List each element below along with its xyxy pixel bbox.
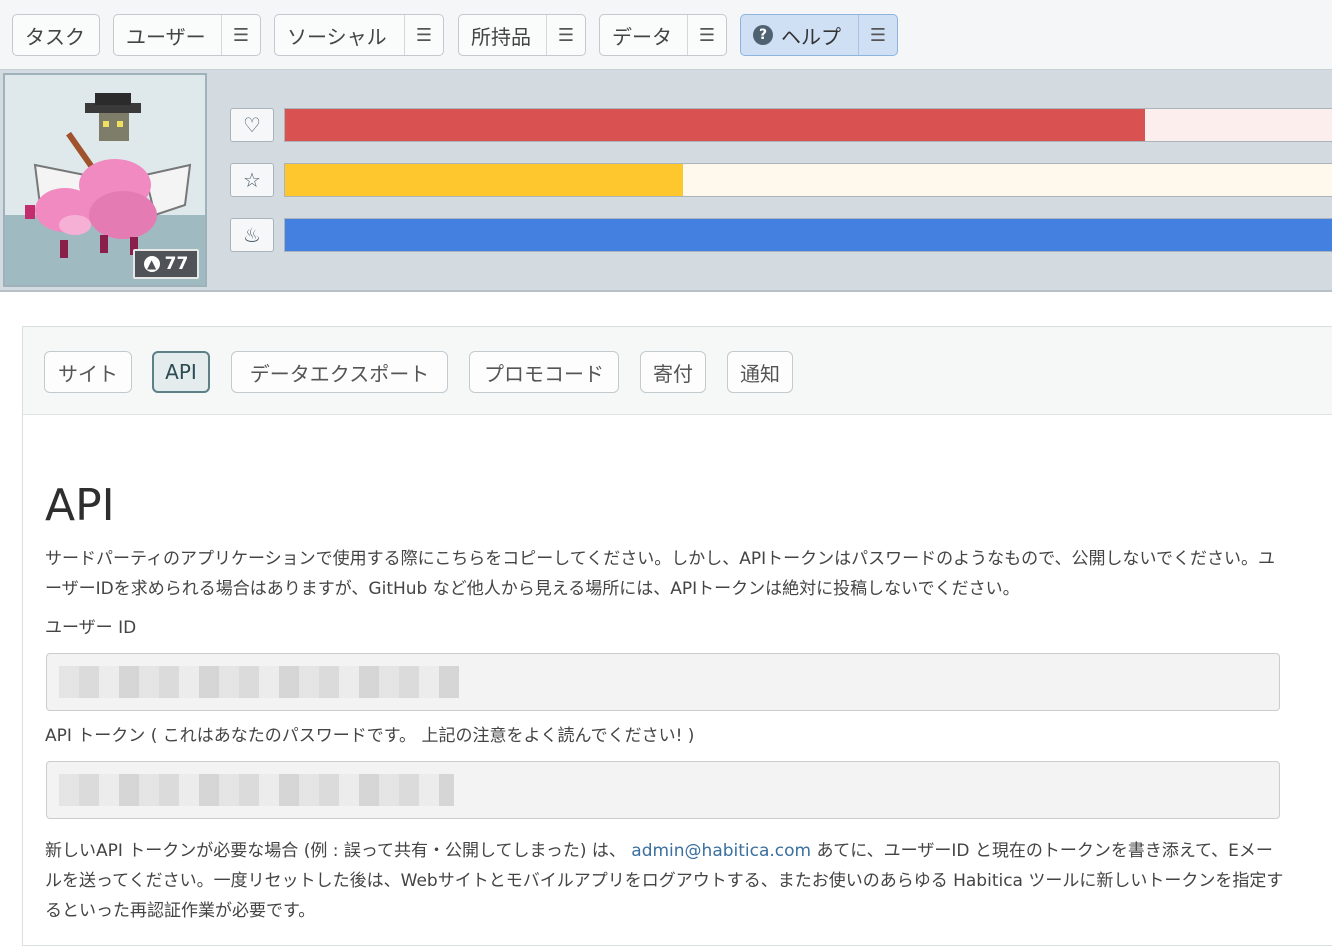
avatar[interactable]: ▲ 77 <box>3 73 207 287</box>
settings-tabs: サイト API データエクスポート プロモコード 寄付 通知 <box>23 327 1332 415</box>
help-circle-icon: ? <box>753 25 773 45</box>
admin-email-link[interactable]: admin@habitica.com <box>631 841 811 861</box>
nav-inventory-button[interactable]: 所持品 ☰ <box>458 14 586 56</box>
nav-inventory-menu-icon[interactable]: ☰ <box>546 15 585 55</box>
nav-data-label: データ <box>612 24 672 49</box>
level-badge: ▲ 77 <box>133 249 199 279</box>
tab-donate[interactable]: 寄付 <box>640 351 706 393</box>
nav-data-button[interactable]: データ ☰ <box>599 14 727 56</box>
tab-site[interactable]: サイト <box>44 351 132 393</box>
tab-promo-code[interactable]: プロモコード <box>469 351 619 393</box>
tab-notifications[interactable]: 通知 <box>727 351 793 393</box>
level-value: 77 <box>164 254 189 274</box>
user-id-input[interactable] <box>47 654 1279 710</box>
tab-data-export[interactable]: データエクスポート <box>231 351 448 393</box>
nav-social-label: ソーシャル <box>287 24 387 49</box>
nav-user-label: ユーザー <box>126 24 206 49</box>
api-token-field-container <box>46 761 1280 819</box>
nav-help-menu-icon[interactable]: ☰ <box>858 15 897 55</box>
user-header: ▲ 77 ♡ ☆ ♨ <box>0 70 1332 292</box>
api-intro-text: サードパーティのアプリケーションで使用する際にこちらをコピーしてください。しかし… <box>45 549 1275 599</box>
nav-social-menu-icon[interactable]: ☰ <box>404 15 443 55</box>
experience-bar-fill <box>285 164 683 196</box>
mana-bar-fill <box>285 219 1332 251</box>
reset-token-text: 新しいAPI トークンが必要な場合 (例 : 誤って共有・公開してしまった) は… <box>45 836 1285 926</box>
heart-icon: ♡ <box>230 108 274 142</box>
nav-data-menu-icon[interactable]: ☰ <box>687 15 726 55</box>
nav-user-menu-icon[interactable]: ☰ <box>221 15 260 55</box>
nav-inventory-label: 所持品 <box>471 24 531 49</box>
user-id-label: ユーザー ID <box>45 618 137 638</box>
reset-text-before: 新しいAPI トークンが必要な場合 (例 : 誤って共有・公開してしまった) は… <box>45 841 626 861</box>
top-navigation: タスク ユーザー ☰ ソーシャル ☰ 所持品 ☰ データ ☰ ? ヘルプ ☰ <box>0 0 1332 70</box>
user-id-field-container <box>46 653 1280 711</box>
nav-tasks-button[interactable]: タスク <box>12 14 100 56</box>
api-token-input[interactable] <box>47 762 1279 818</box>
nav-user-button[interactable]: ユーザー ☰ <box>113 14 261 56</box>
star-icon: ☆ <box>230 163 274 197</box>
page-title: API <box>45 480 115 531</box>
arrow-up-icon: ▲ <box>143 256 160 272</box>
health-bar <box>284 108 1332 142</box>
experience-bar <box>284 163 1332 197</box>
health-bar-fill <box>285 109 1145 141</box>
nav-social-button[interactable]: ソーシャル ☰ <box>274 14 444 56</box>
flame-icon: ♨ <box>230 218 274 252</box>
nav-help-button[interactable]: ? ヘルプ ☰ <box>740 14 898 56</box>
nav-tasks-label: タスク <box>25 24 85 49</box>
api-token-label: API トークン ( これはあなたのパスワードです。 上記の注意をよく読んでくだ… <box>45 726 695 746</box>
nav-help-label: ヘルプ <box>781 24 841 49</box>
tab-api[interactable]: API <box>152 351 210 393</box>
mana-bar <box>284 218 1332 252</box>
